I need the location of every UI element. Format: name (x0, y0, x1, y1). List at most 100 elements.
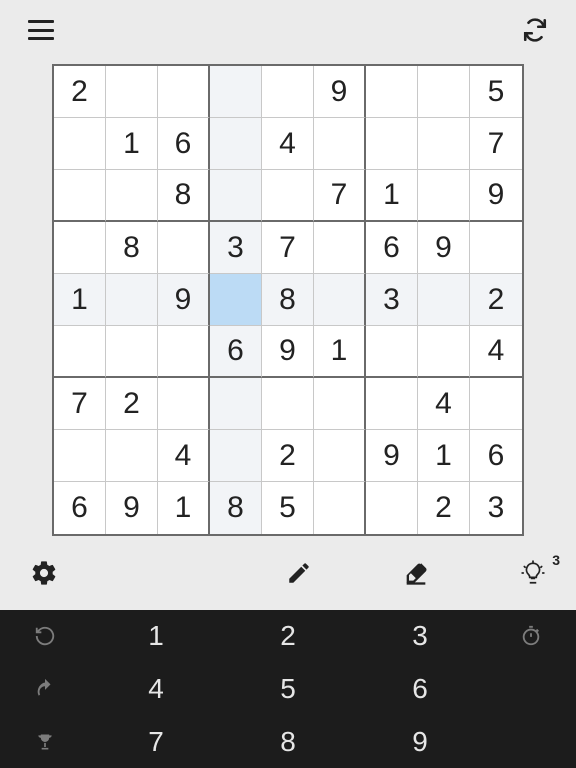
cell-3-6[interactable]: 6 (366, 222, 418, 274)
cell-0-3[interactable] (210, 66, 262, 118)
cell-2-1[interactable] (106, 170, 158, 222)
eraser-button[interactable] (402, 559, 430, 587)
num-6[interactable]: 6 (354, 663, 486, 716)
settings-button[interactable] (30, 559, 58, 587)
cell-7-2[interactable]: 4 (158, 430, 210, 482)
num-8[interactable]: 8 (222, 715, 354, 768)
cell-0-5[interactable]: 9 (314, 66, 366, 118)
cell-2-8[interactable]: 9 (470, 170, 522, 222)
cell-8-2[interactable]: 1 (158, 482, 210, 534)
cell-0-0[interactable]: 2 (54, 66, 106, 118)
cell-4-6[interactable]: 3 (366, 274, 418, 326)
num-3[interactable]: 3 (354, 610, 486, 663)
cell-8-8[interactable]: 3 (470, 482, 522, 534)
cell-0-7[interactable] (418, 66, 470, 118)
cell-2-6[interactable]: 1 (366, 170, 418, 222)
cell-1-1[interactable]: 1 (106, 118, 158, 170)
cell-3-2[interactable] (158, 222, 210, 274)
cell-3-0[interactable] (54, 222, 106, 274)
cell-6-8[interactable] (470, 378, 522, 430)
cell-5-1[interactable] (106, 326, 158, 378)
cell-1-8[interactable]: 7 (470, 118, 522, 170)
cell-4-7[interactable] (418, 274, 470, 326)
cell-7-4[interactable]: 2 (262, 430, 314, 482)
cell-4-2[interactable]: 9 (158, 274, 210, 326)
cell-3-4[interactable]: 7 (262, 222, 314, 274)
cell-6-0[interactable]: 7 (54, 378, 106, 430)
cell-0-4[interactable] (262, 66, 314, 118)
cell-2-2[interactable]: 8 (158, 170, 210, 222)
num-4[interactable]: 4 (90, 663, 222, 716)
cell-3-7[interactable]: 9 (418, 222, 470, 274)
cell-4-5[interactable] (314, 274, 366, 326)
cell-0-2[interactable] (158, 66, 210, 118)
cell-7-8[interactable]: 6 (470, 430, 522, 482)
cell-5-6[interactable] (366, 326, 418, 378)
cell-1-2[interactable]: 6 (158, 118, 210, 170)
cell-8-4[interactable]: 5 (262, 482, 314, 534)
cell-6-7[interactable]: 4 (418, 378, 470, 430)
cell-5-2[interactable] (158, 326, 210, 378)
cell-7-5[interactable] (314, 430, 366, 482)
cell-4-1[interactable] (106, 274, 158, 326)
cell-7-0[interactable] (54, 430, 106, 482)
refresh-icon[interactable] (522, 17, 548, 43)
cell-3-1[interactable]: 8 (106, 222, 158, 274)
num-9[interactable]: 9 (354, 715, 486, 768)
cell-7-6[interactable]: 9 (366, 430, 418, 482)
num-5[interactable]: 5 (222, 663, 354, 716)
cell-7-7[interactable]: 1 (418, 430, 470, 482)
cell-6-5[interactable] (314, 378, 366, 430)
cell-6-1[interactable]: 2 (106, 378, 158, 430)
menu-icon[interactable] (28, 20, 54, 40)
cell-1-6[interactable] (366, 118, 418, 170)
cell-6-2[interactable] (158, 378, 210, 430)
cell-2-5[interactable]: 7 (314, 170, 366, 222)
restart-button[interactable] (0, 610, 90, 663)
cell-4-0[interactable]: 1 (54, 274, 106, 326)
hint-button[interactable]: 3 (520, 560, 546, 586)
cell-6-3[interactable] (210, 378, 262, 430)
cell-0-8[interactable]: 5 (470, 66, 522, 118)
cell-3-8[interactable] (470, 222, 522, 274)
cell-1-7[interactable] (418, 118, 470, 170)
cell-6-4[interactable] (262, 378, 314, 430)
cell-1-4[interactable]: 4 (262, 118, 314, 170)
cell-2-3[interactable] (210, 170, 262, 222)
cell-2-7[interactable] (418, 170, 470, 222)
cell-5-5[interactable]: 1 (314, 326, 366, 378)
cell-7-1[interactable] (106, 430, 158, 482)
cell-8-1[interactable]: 9 (106, 482, 158, 534)
num-7[interactable]: 7 (90, 715, 222, 768)
cell-8-7[interactable]: 2 (418, 482, 470, 534)
timer-button[interactable] (486, 610, 576, 663)
cell-3-3[interactable]: 3 (210, 222, 262, 274)
cell-5-4[interactable]: 9 (262, 326, 314, 378)
cell-0-1[interactable] (106, 66, 158, 118)
cell-5-3[interactable]: 6 (210, 326, 262, 378)
cell-7-3[interactable] (210, 430, 262, 482)
num-1[interactable]: 1 (90, 610, 222, 663)
cell-0-6[interactable] (366, 66, 418, 118)
cell-2-0[interactable] (54, 170, 106, 222)
cell-4-3[interactable] (210, 274, 262, 326)
trophy-button[interactable] (0, 715, 90, 768)
cell-8-3[interactable]: 8 (210, 482, 262, 534)
cell-6-6[interactable] (366, 378, 418, 430)
cell-5-8[interactable]: 4 (470, 326, 522, 378)
cell-5-0[interactable] (54, 326, 106, 378)
cell-1-5[interactable] (314, 118, 366, 170)
cell-5-7[interactable] (418, 326, 470, 378)
undo-button[interactable] (0, 663, 90, 716)
cell-1-0[interactable] (54, 118, 106, 170)
cell-2-4[interactable] (262, 170, 314, 222)
cell-4-8[interactable]: 2 (470, 274, 522, 326)
cell-8-6[interactable] (366, 482, 418, 534)
cell-3-5[interactable] (314, 222, 366, 274)
num-2[interactable]: 2 (222, 610, 354, 663)
pencil-button[interactable] (286, 560, 312, 586)
cell-8-0[interactable]: 6 (54, 482, 106, 534)
cell-4-4[interactable]: 8 (262, 274, 314, 326)
cell-1-3[interactable] (210, 118, 262, 170)
cell-8-5[interactable] (314, 482, 366, 534)
